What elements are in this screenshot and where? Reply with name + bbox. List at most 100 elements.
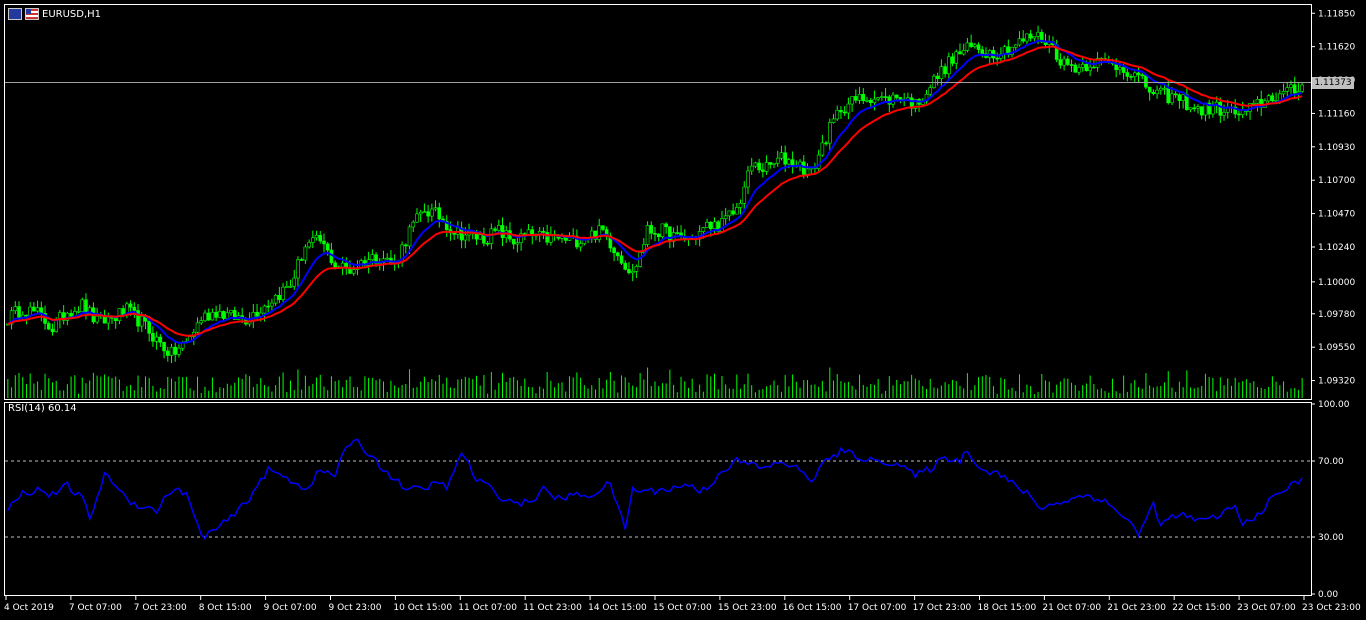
price-candle: [206, 308, 211, 321]
price-tick-label: 1.10000: [1318, 278, 1355, 288]
candle-body: [463, 234, 468, 241]
current-price-tag: 1.11373: [1312, 76, 1354, 89]
price-candle: [735, 202, 739, 215]
price-candle: [303, 244, 308, 264]
candle-body: [653, 233, 657, 235]
time-tick-label: 21 Oct 07:00: [1042, 603, 1101, 613]
candle-body: [1140, 74, 1145, 77]
price-candle: [954, 49, 959, 70]
candle-body: [1121, 66, 1126, 73]
price-candle: [612, 246, 616, 262]
price-candle: [1151, 89, 1156, 96]
candle-body: [1237, 113, 1241, 116]
price-candle: [519, 228, 523, 251]
candle-body: [1147, 86, 1152, 93]
price-candle: [675, 225, 680, 235]
chart-svg[interactable]: 1.118501.116201.113901.111601.109301.107…: [0, 0, 1366, 620]
symbol-label: EURUSD,H1: [42, 8, 102, 20]
candle-body: [656, 233, 661, 237]
time-tick-label: 9 Oct 23:00: [329, 603, 382, 613]
candle-body: [415, 213, 419, 223]
price-candle: [761, 163, 765, 178]
candle-body: [299, 259, 304, 261]
price-candle: [50, 323, 55, 336]
candle-body: [255, 311, 259, 317]
candle-body: [229, 309, 233, 314]
candle-body: [69, 312, 73, 317]
price-candle: [939, 59, 944, 88]
time-tick-label: 15 Oct 23:00: [718, 603, 777, 613]
candle-body: [322, 240, 326, 245]
price-candle: [192, 328, 196, 346]
candle-body: [664, 223, 668, 227]
candle-body: [139, 316, 144, 327]
price-candle: [820, 134, 825, 157]
candle-body: [1118, 66, 1122, 71]
candle-body: [385, 257, 390, 260]
candle-body: [262, 305, 267, 314]
price-candle: [1006, 39, 1011, 58]
candle-body: [485, 242, 490, 245]
candle-body: [1088, 66, 1092, 72]
price-candle: [307, 239, 311, 249]
price-candle: [456, 221, 460, 239]
price-tick-label: 1.09780: [1318, 310, 1355, 320]
candle-body: [958, 51, 962, 55]
price-candle: [136, 304, 140, 333]
price-tick-label: 1.09320: [1318, 377, 1355, 387]
price-candle: [292, 270, 297, 290]
candle-body: [820, 142, 825, 156]
price-candle: [9, 306, 14, 330]
time-axis: 4 Oct 2019 7 Oct 07:00 7 Oct 23:00 8 Oct 15…: [4, 596, 1361, 613]
candle-body: [980, 49, 985, 55]
price-candle: [753, 161, 758, 169]
price-candle: [1032, 36, 1037, 42]
price-candle: [664, 222, 668, 234]
price-candle: [653, 227, 657, 242]
candle-body: [943, 66, 947, 75]
price-candle: [861, 88, 866, 105]
price-candle: [404, 243, 408, 254]
price-candle: [322, 233, 326, 253]
candle-body: [1080, 63, 1085, 68]
candle-body: [273, 294, 278, 304]
price-candle: [422, 203, 427, 213]
price-candle: [828, 118, 832, 152]
candle-body: [876, 97, 880, 100]
price-candle: [218, 304, 222, 318]
candle-body: [1028, 33, 1033, 39]
candle-body: [1151, 91, 1156, 95]
price-candle: [526, 224, 531, 236]
candle-body: [1144, 74, 1148, 88]
price-candle: [764, 155, 769, 175]
price-candle: [850, 96, 854, 112]
time-tick-label: 21 Oct 23:00: [1107, 603, 1166, 613]
price-candle: [299, 257, 304, 261]
candle-body: [284, 286, 289, 288]
candle-body: [601, 225, 605, 230]
time-tick-label: 16 Oct 15:00: [783, 603, 842, 613]
price-candle: [1066, 55, 1070, 67]
candle-body: [351, 269, 356, 274]
candle-body: [1036, 31, 1040, 37]
price-tick-label: 1.11160: [1318, 109, 1355, 119]
candle-body: [1192, 107, 1197, 110]
price-candle: [1073, 62, 1078, 73]
candle-body: [973, 44, 977, 47]
candle-body: [418, 211, 423, 215]
candle-body: [318, 235, 323, 242]
price-tick-label: 1.10470: [1318, 210, 1355, 220]
candle-body: [210, 311, 215, 321]
candle-body: [117, 308, 122, 322]
candle-body: [173, 346, 178, 355]
price-candle: [932, 73, 936, 89]
price-candle: [1237, 109, 1241, 122]
price-candle: [1196, 104, 1200, 114]
candle-body: [404, 244, 408, 247]
candle-body: [779, 152, 784, 159]
candle-body: [824, 142, 828, 145]
price-candle: [883, 88, 888, 102]
candle-body: [296, 259, 300, 279]
candle-body: [426, 211, 430, 217]
price-candle: [173, 340, 178, 362]
